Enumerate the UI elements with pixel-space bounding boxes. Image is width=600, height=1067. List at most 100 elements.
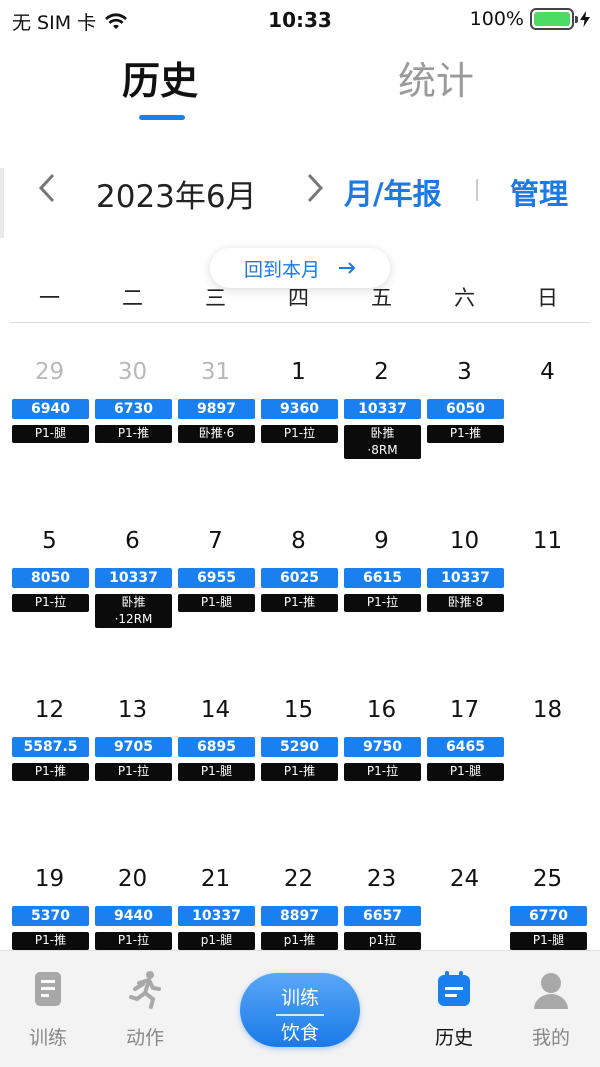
volume-badge: 6770 [510, 906, 587, 926]
calendar-day-cell[interactable]: 22 8897 p1-推 [257, 862, 340, 950]
day-number: 7 [208, 528, 223, 554]
workout-tag: p1-腿 [178, 932, 255, 950]
nav-label: 历史 [434, 1027, 473, 1049]
calendar-day-cell[interactable]: 4 [506, 355, 589, 524]
calendar-day-cell[interactable]: 30 6730 P1-推 [91, 355, 174, 524]
workout-tag: P1-推 [261, 594, 338, 612]
calendar-day-cell[interactable]: 9 6615 P1-拉 [340, 524, 423, 693]
workout-tag: P1-推 [12, 763, 89, 781]
calendar-day-cell[interactable]: 6 10337 卧推 ·12RM [91, 524, 174, 693]
calendar-day-cell[interactable]: 31 9897 卧推·6 [174, 355, 257, 524]
nav-label: 训练 [28, 1027, 67, 1049]
volume-badge: 6050 [427, 399, 504, 419]
calendar-day-cell[interactable]: 12 5587.5 P1-推 [8, 693, 91, 862]
current-month: 2023年6月 [96, 179, 257, 215]
calendar-day-cell[interactable]: 18 [506, 693, 589, 862]
calendar-day-cell[interactable]: 15 5290 P1-推 [257, 693, 340, 862]
volume-badge: 6730 [95, 399, 172, 419]
workout-tag: P1-腿 [178, 594, 255, 612]
volume-badge: 9750 [344, 737, 421, 757]
day-number: 29 [34, 359, 65, 385]
runner-icon [129, 971, 161, 1009]
calendar-day-cell[interactable]: 19 5370 P1-推 [8, 862, 91, 950]
weekday-label: 日 [537, 286, 558, 310]
weekday-label: 六 [454, 286, 475, 310]
day-number: 10 [449, 528, 480, 554]
calendar-day-cell[interactable]: 20 9440 P1-拉 [91, 862, 174, 950]
calendar-grid: 29 6940 P1-腿 30 6730 P1-推 31 9897 卧推·6 1 9360 P1-拉 2… [8, 355, 592, 950]
calendar-day-cell[interactable]: 24 [423, 862, 506, 950]
nav-label: 我的 [531, 1027, 570, 1049]
report-button[interactable]: 月/年报 [344, 171, 442, 213]
workout-tag: P1-腿 [510, 932, 587, 950]
manage-button[interactable]: 管理 [510, 171, 568, 213]
calendar-day-cell[interactable]: 25 6770 P1-腿 [506, 862, 589, 950]
day-number: 5 [42, 528, 57, 554]
center-label-top: 训练 [280, 987, 319, 1009]
day-number: 22 [283, 866, 314, 892]
day-number: 1 [291, 359, 306, 385]
chevron-right-icon[interactable] [304, 171, 326, 214]
weekday-label: 二 [122, 286, 143, 310]
workout-tag: 卧推 ·12RM [95, 594, 172, 628]
volume-badge: 6657 [344, 906, 421, 926]
calendar-day-cell[interactable]: 5 8050 P1-拉 [8, 524, 91, 693]
calendar-day-cell[interactable]: 7 6955 P1-腿 [174, 524, 257, 693]
calendar-day-cell[interactable]: 16 9750 P1-拉 [340, 693, 423, 862]
workout-tag: 卧推·6 [178, 425, 255, 443]
nav-training[interactable]: 训练 [8, 969, 88, 1050]
volume-badge: 5587.5 [12, 737, 89, 757]
calendar-day-cell[interactable]: 29 6940 P1-腿 [8, 355, 91, 524]
day-number: 14 [200, 697, 231, 723]
header-divider [10, 322, 590, 323]
volume-badge: 10337 [178, 906, 255, 926]
calendar-day-cell[interactable]: 17 6465 P1-腿 [423, 693, 506, 862]
day-number: 9 [374, 528, 389, 554]
day-number: 2 [374, 359, 389, 385]
back-to-month-label: 回到本月 [243, 258, 320, 281]
calendar-day-cell[interactable]: 11 [506, 524, 589, 693]
calendar-day-cell[interactable]: 21 10337 p1-腿 [174, 862, 257, 950]
day-number: 23 [366, 866, 397, 892]
calendar-day-cell[interactable]: 2 10337 卧推 ·8RM [340, 355, 423, 524]
volume-badge: 5290 [261, 737, 338, 757]
nav-label: 动作 [125, 1027, 164, 1049]
center-label-bottom: 饮食 [280, 1022, 319, 1044]
volume-badge: 10337 [95, 568, 172, 588]
workout-tag: 卧推 ·8RM [344, 425, 421, 459]
workout-tag: p1-推 [261, 932, 338, 950]
battery-icon [530, 8, 578, 30]
workout-tag: P1-拉 [261, 425, 338, 443]
document-icon [35, 972, 61, 1006]
workout-tag: P1-拉 [95, 932, 172, 950]
nav-profile[interactable]: 我的 [511, 969, 591, 1050]
calendar-day-cell[interactable]: 23 6657 p1拉 [340, 862, 423, 950]
calendar-day-cell[interactable]: 13 9705 P1-拉 [91, 693, 174, 862]
day-number: 19 [34, 866, 65, 892]
tab-history[interactable]: 历史 [122, 50, 198, 105]
day-number: 20 [117, 866, 148, 892]
chevron-left-icon[interactable] [36, 171, 58, 214]
nav-exercises[interactable]: 动作 [105, 969, 185, 1050]
status-bar: 无 SIM 卡 10:33 100% [0, 0, 600, 40]
day-number: 15 [283, 697, 314, 723]
month-navigation: 2023年6月 月/年报 管理 [0, 165, 600, 215]
workout-tag: P1-腿 [427, 763, 504, 781]
charging-icon [580, 11, 590, 27]
calendar-day-cell[interactable]: 14 6895 P1-腿 [174, 693, 257, 862]
workout-tag: P1-腿 [12, 425, 89, 443]
calendar-day-cell[interactable]: 1 9360 P1-拉 [257, 355, 340, 524]
calendar-day-cell[interactable]: 10 10337 卧推·8 [423, 524, 506, 693]
volume-badge: 9360 [261, 399, 338, 419]
calendar-day-cell[interactable]: 3 6050 P1-推 [423, 355, 506, 524]
volume-badge: 9440 [95, 906, 172, 926]
day-number: 3 [457, 359, 472, 385]
nav-history[interactable]: 历史 [414, 969, 494, 1050]
workout-tag: P1-推 [427, 425, 504, 443]
calendar-day-cell[interactable]: 8 6025 P1-推 [257, 524, 340, 693]
tab-statistics[interactable]: 统计 [398, 50, 474, 105]
day-number: 16 [366, 697, 397, 723]
weekday-label: 三 [205, 286, 226, 310]
workout-tag: p1拉 [344, 932, 421, 950]
training-diet-button[interactable]: 训练 饮食 [240, 973, 360, 1047]
